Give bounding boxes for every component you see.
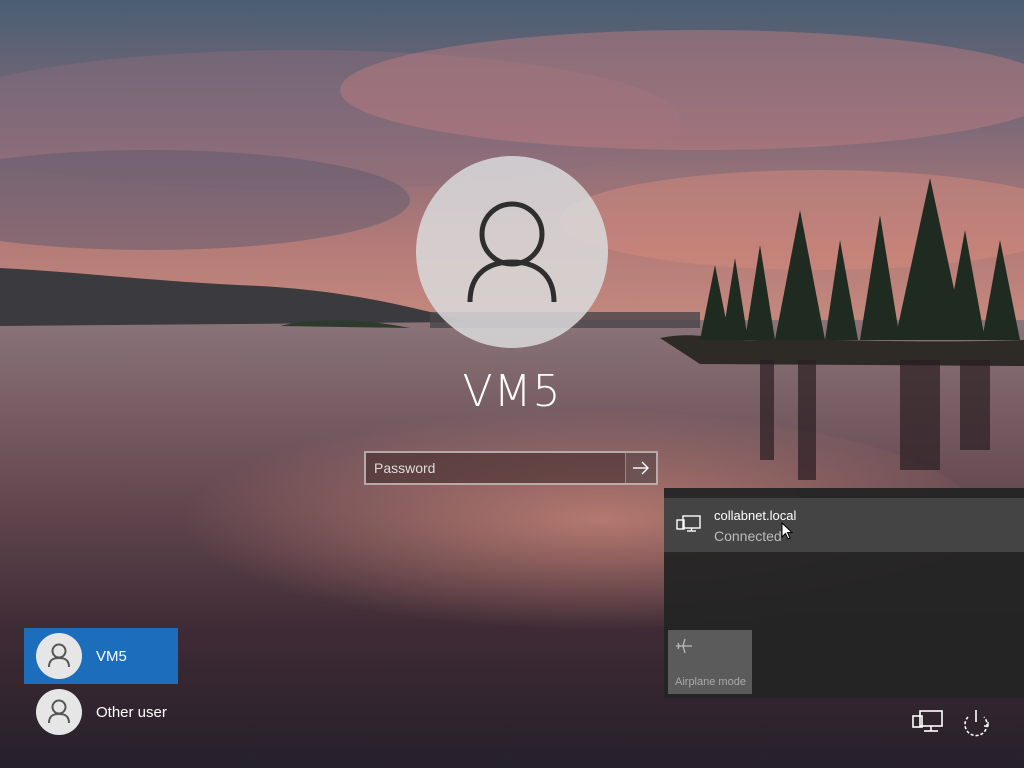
airplane-icon [676, 638, 692, 654]
user-item-label: Other user [96, 703, 167, 721]
password-field-container [364, 451, 658, 485]
network-flyout: collabnet.local Connected Airplane mode [664, 488, 1024, 698]
user-avatar-icon [48, 699, 70, 724]
network-name: collabnet.local [714, 508, 797, 523]
ethernet-network-icon [912, 710, 943, 732]
airplane-mode-toggle[interactable]: Airplane mode [668, 630, 752, 694]
username-label: VM5 [462, 366, 562, 417]
arrow-right-icon [633, 461, 649, 475]
power-icon [964, 710, 989, 737]
submit-button[interactable] [625, 453, 656, 483]
user-list: VM5 Other user [24, 628, 178, 740]
airplane-mode-label: Airplane mode [675, 676, 746, 688]
password-input[interactable] [366, 453, 628, 483]
network-button[interactable] [910, 708, 946, 738]
network-status: Connected [714, 528, 782, 544]
user-avatar-icon [467, 201, 557, 303]
mouse-cursor-icon [781, 522, 793, 540]
ethernet-network-icon [676, 515, 701, 532]
user-avatar-small [36, 689, 82, 735]
network-item-collabnet[interactable]: collabnet.local Connected [664, 498, 1024, 552]
power-button[interactable] [958, 706, 994, 740]
user-avatar [416, 156, 608, 348]
user-item-label: VM5 [96, 647, 127, 665]
user-item-other-user[interactable]: Other user [24, 684, 178, 740]
user-avatar-icon [48, 643, 70, 668]
user-item-vm5[interactable]: VM5 [24, 628, 178, 684]
user-avatar-small [36, 633, 82, 679]
